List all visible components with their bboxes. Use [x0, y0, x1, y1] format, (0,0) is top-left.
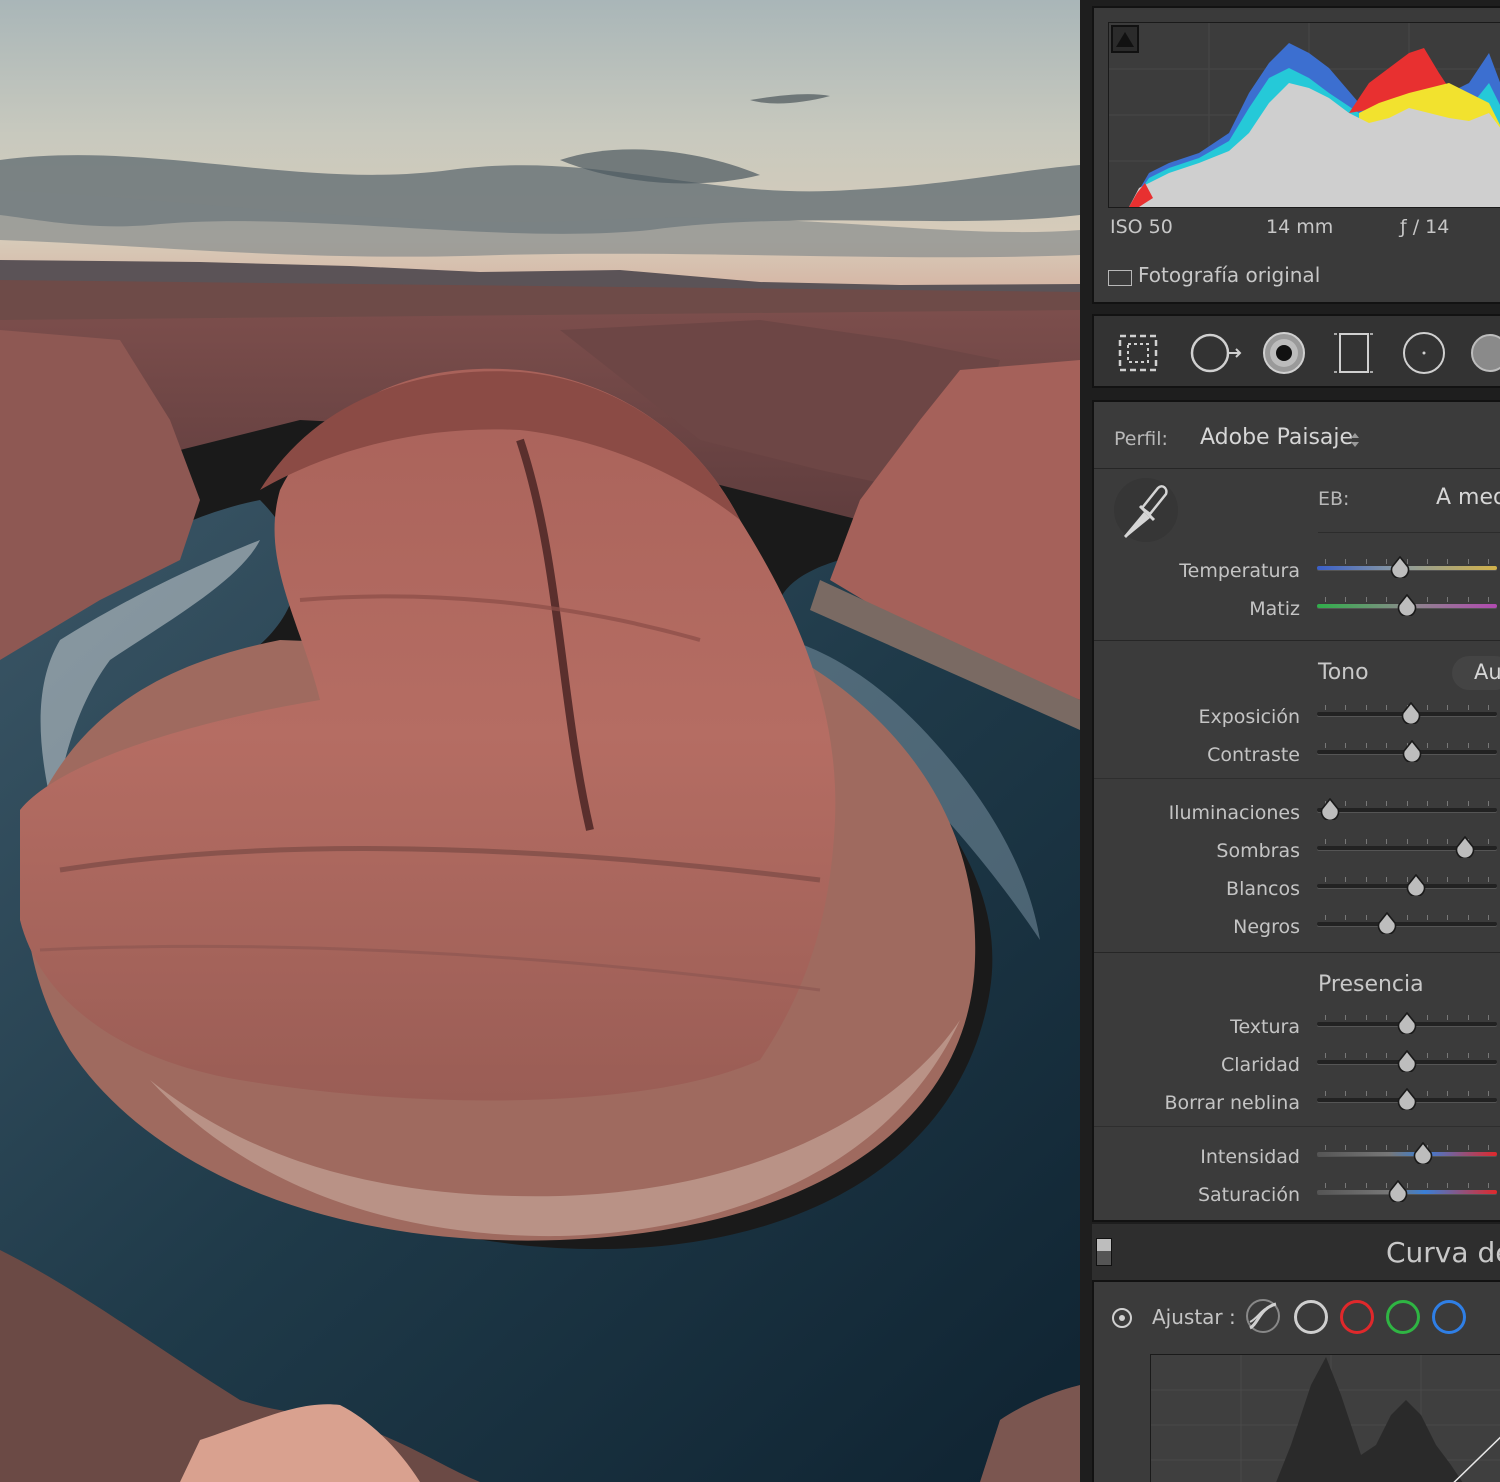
slider-textura[interactable]	[1317, 1011, 1497, 1036]
presence-subdivider	[1094, 1126, 1500, 1127]
eyedropper-icon[interactable]	[1114, 478, 1178, 542]
slider-label: Temperatura	[1179, 560, 1300, 582]
red-eye-icon[interactable]	[1260, 330, 1308, 376]
slider-thumb[interactable]	[1397, 1087, 1417, 1112]
auto-tone-button[interactable]: Au	[1452, 656, 1500, 690]
wb-label: EB:	[1318, 488, 1350, 510]
slider-thumb[interactable]	[1320, 797, 1340, 822]
slider-thumb[interactable]	[1397, 1011, 1417, 1036]
tone-title: Tono	[1318, 660, 1369, 685]
profile-stepper-icon[interactable]	[1348, 430, 1362, 450]
slider-label: Matiz	[1249, 598, 1300, 620]
target-adjust-icon[interactable]	[1110, 1306, 1134, 1330]
slider-saturación[interactable]	[1317, 1179, 1497, 1204]
radial-gradient-icon[interactable]	[1400, 330, 1448, 376]
slider-thumb[interactable]	[1401, 701, 1421, 726]
profile-select[interactable]: Adobe Paisaje	[1200, 425, 1353, 450]
tone-curve-graph[interactable]	[1150, 1354, 1500, 1482]
tone-subdivider	[1094, 778, 1500, 779]
slider-thumb[interactable]	[1397, 1049, 1417, 1074]
slider-track	[1317, 922, 1497, 926]
slider-label: Saturación	[1197, 1184, 1300, 1206]
slider-claridad[interactable]	[1317, 1049, 1497, 1074]
panel-toggle-switch[interactable]	[1096, 1238, 1112, 1266]
slider-label: Blancos	[1226, 878, 1300, 900]
slider-matiz[interactable]	[1317, 593, 1497, 618]
slider-label: Iluminaciones	[1168, 802, 1300, 824]
point-curve-channel-green[interactable]	[1386, 1300, 1420, 1334]
slider-track	[1317, 808, 1497, 812]
slider-thumb[interactable]	[1402, 739, 1422, 764]
slider-contraste[interactable]	[1317, 739, 1497, 764]
slider-label: Exposición	[1198, 706, 1300, 728]
slider-borrar-neblina[interactable]	[1317, 1087, 1497, 1112]
divider	[1094, 640, 1500, 641]
point-curve-channel-blue[interactable]	[1432, 1300, 1466, 1334]
slider-thumb[interactable]	[1455, 835, 1475, 860]
slider-sombras[interactable]	[1317, 835, 1497, 860]
presence-title: Presencia	[1318, 972, 1424, 997]
crop-tool-icon[interactable]	[1114, 330, 1162, 376]
slider-label: Claridad	[1220, 1054, 1300, 1076]
slider-thumb[interactable]	[1388, 1179, 1408, 1204]
auto-tone-label: Au	[1474, 660, 1500, 684]
original-photo-checkbox[interactable]	[1108, 270, 1132, 286]
slider-thumb[interactable]	[1413, 1141, 1433, 1166]
profile-label: Perfil:	[1114, 428, 1168, 450]
slider-label: Intensidad	[1200, 1146, 1300, 1168]
adjust-label: Ajustar :	[1152, 1305, 1236, 1329]
slider-label: Sombras	[1216, 840, 1300, 862]
slider-intensidad[interactable]	[1317, 1141, 1497, 1166]
tone-curve-header[interactable]: Curva de	[1092, 1224, 1500, 1280]
slider-exposición[interactable]	[1317, 701, 1497, 726]
point-curve-channel-red[interactable]	[1340, 1300, 1374, 1334]
slider-track	[1317, 1152, 1497, 1156]
develop-panel: ISO 50 14 mm ƒ / 14 Fotografía original …	[1080, 0, 1500, 1482]
photo-canvas[interactable]	[0, 0, 1080, 1482]
slider-label: Textura	[1230, 1016, 1300, 1038]
slider-thumb[interactable]	[1377, 911, 1397, 936]
divider	[1094, 952, 1500, 953]
original-photo-label: Fotografía original	[1138, 263, 1321, 287]
wb-select[interactable]: A med	[1436, 485, 1500, 510]
slider-negros[interactable]	[1317, 911, 1497, 936]
parametric-curve-icon[interactable]	[1244, 1298, 1282, 1334]
slider-thumb[interactable]	[1397, 593, 1417, 618]
brush-icon[interactable]	[1468, 330, 1500, 376]
aperture-value: ƒ / 14	[1400, 216, 1450, 238]
focal-length-value: 14 mm	[1266, 216, 1334, 238]
slider-thumb[interactable]	[1390, 555, 1410, 580]
clipping-warning-icon[interactable]	[1111, 25, 1139, 53]
histogram-area	[1108, 22, 1500, 208]
slider-iluminaciones[interactable]	[1317, 797, 1497, 822]
histogram-panel: ISO 50 14 mm ƒ / 14 Fotografía original	[1092, 6, 1500, 304]
divider	[1094, 468, 1500, 469]
tone-curve-title: Curva de	[1386, 1236, 1500, 1269]
slider-label: Contraste	[1207, 744, 1300, 766]
slider-temperatura[interactable]	[1317, 555, 1497, 580]
point-curve-channel-rgb[interactable]	[1294, 1300, 1328, 1334]
slider-thumb[interactable]	[1406, 873, 1426, 898]
spot-removal-icon[interactable]	[1186, 330, 1242, 376]
slider-label: Borrar neblina	[1164, 1092, 1300, 1114]
iso-value: ISO 50	[1110, 216, 1173, 238]
wb-divider	[1318, 532, 1500, 533]
slider-blancos[interactable]	[1317, 873, 1497, 898]
slider-label: Negros	[1233, 916, 1300, 938]
linear-gradient-icon[interactable]	[1330, 330, 1378, 376]
